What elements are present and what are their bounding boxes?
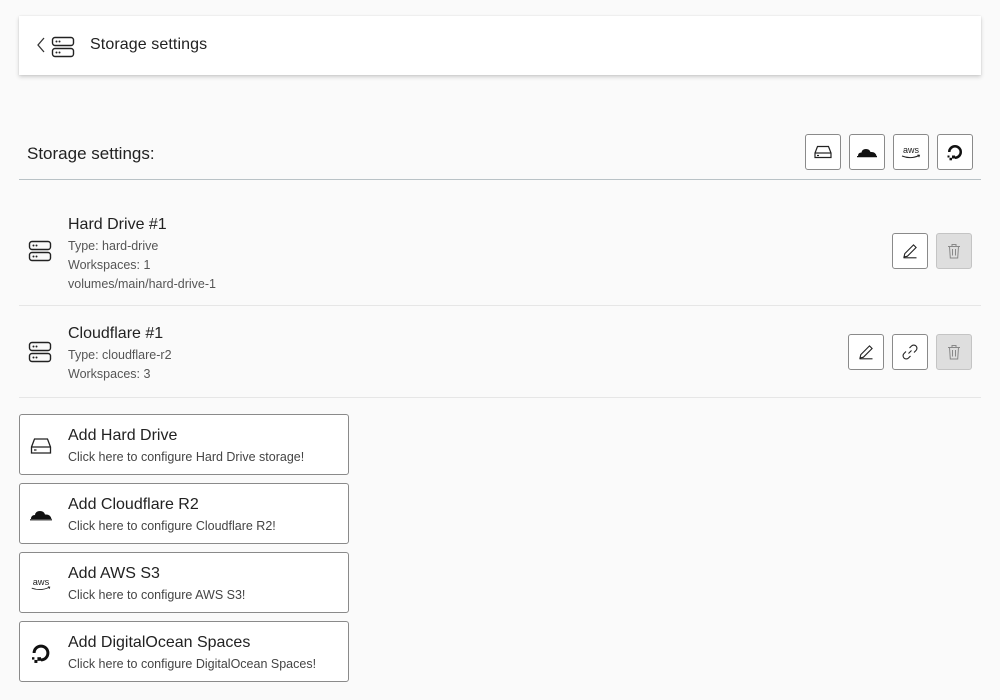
add-card-subtitle: Click here to configure DigitalOcean Spa…	[68, 657, 317, 671]
add-digitalocean-card[interactable]: Add DigitalOcean Spaces Click here to co…	[19, 621, 349, 682]
trash-icon	[948, 244, 960, 259]
add-aws-quick-button[interactable]: aws	[893, 134, 929, 170]
page-title: Storage settings	[90, 36, 208, 53]
storage-workspaces: Workspaces: 1	[68, 258, 151, 272]
server-icon	[28, 240, 52, 262]
back-button[interactable]	[35, 36, 47, 54]
edit-button[interactable]	[848, 334, 884, 370]
add-digitalocean-quick-button[interactable]	[937, 134, 973, 170]
storage-item-hard-drive: Hard Drive #1 Type: hard-drive Workspace…	[19, 205, 981, 306]
chevron-left-icon	[37, 37, 45, 53]
server-icon	[51, 36, 75, 58]
storage-type: Type: hard-drive	[68, 239, 159, 253]
server-icon	[28, 341, 52, 363]
storage-title: Cloudflare #1	[68, 325, 164, 342]
svg-text:aws: aws	[903, 145, 920, 155]
cloudflare-icon	[29, 503, 53, 527]
hard-drive-icon	[814, 145, 832, 159]
add-hard-drive-quick-button[interactable]	[805, 134, 841, 170]
pencil-icon	[903, 244, 917, 259]
hard-drive-icon	[29, 434, 53, 458]
delete-button[interactable]	[936, 334, 972, 370]
storage-path: volumes/main/hard-drive-1	[68, 277, 216, 291]
digitalocean-icon	[29, 641, 53, 665]
storage-section-header: Storage settings: aws	[19, 126, 981, 180]
link-icon	[902, 344, 918, 360]
trash-icon	[948, 345, 960, 360]
app-header: Storage settings	[19, 16, 981, 75]
add-card-title: Add AWS S3	[68, 565, 160, 582]
add-hard-drive-card[interactable]: Add Hard Drive Click here to configure H…	[19, 414, 349, 475]
aws-icon: aws	[29, 572, 53, 596]
edit-button[interactable]	[892, 233, 928, 269]
add-cloudflare-card[interactable]: Add Cloudflare R2 Click here to configur…	[19, 483, 349, 544]
digitalocean-icon	[947, 145, 962, 161]
storage-type: Type: cloudflare-r2	[68, 348, 172, 362]
storage-workspaces: Workspaces: 3	[68, 367, 151, 381]
add-card-title: Add DigitalOcean Spaces	[68, 634, 251, 651]
aws-icon: aws	[901, 145, 921, 159]
link-button[interactable]	[892, 334, 928, 370]
storage-title: Hard Drive #1	[68, 216, 167, 233]
section-title: Storage settings:	[27, 144, 155, 163]
add-card-subtitle: Click here to configure Hard Drive stora…	[68, 450, 305, 464]
add-card-title: Add Cloudflare R2	[68, 496, 199, 513]
svg-text:aws: aws	[33, 577, 50, 587]
add-card-title: Add Hard Drive	[68, 427, 178, 444]
add-card-subtitle: Click here to configure AWS S3!	[68, 588, 246, 602]
delete-button[interactable]	[936, 233, 972, 269]
add-card-subtitle: Click here to configure Cloudflare R2!	[68, 519, 276, 533]
add-aws-card[interactable]: aws Add AWS S3 Click here to configure A…	[19, 552, 349, 613]
pencil-icon	[859, 345, 873, 360]
cloudflare-icon	[857, 149, 877, 158]
add-cloudflare-quick-button[interactable]	[849, 134, 885, 170]
storage-item-cloudflare: Cloudflare #1 Type: cloudflare-r2 Worksp…	[19, 306, 981, 398]
